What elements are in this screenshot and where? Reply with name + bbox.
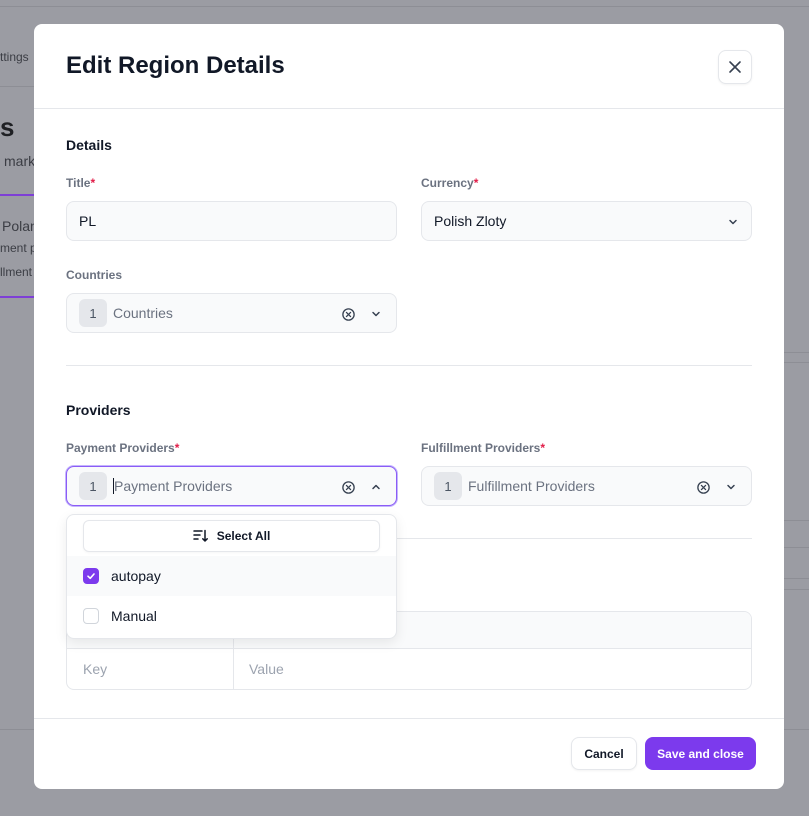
background-topbar <box>0 0 809 7</box>
close-button[interactable] <box>718 50 752 84</box>
providers-section-title: Providers <box>66 402 131 418</box>
chevron-down-icon[interactable] <box>368 306 384 322</box>
background-divider <box>0 729 34 730</box>
background-nav-text: ttings <box>0 50 29 64</box>
clear-icon[interactable] <box>340 479 356 495</box>
required-mark: * <box>90 176 96 190</box>
background-divider-right <box>784 547 809 548</box>
payment-providers-count-badge: 1 <box>79 472 107 500</box>
currency-select-value: Polish Zloty <box>434 213 507 229</box>
metadata-value-input[interactable]: Value <box>249 661 284 677</box>
required-mark: * <box>540 441 546 455</box>
section-divider <box>66 365 752 366</box>
background-subtitle: mark <box>4 153 36 169</box>
clear-icon[interactable] <box>340 306 356 322</box>
metadata-key-input[interactable]: Key <box>83 661 107 677</box>
title-label: Title* <box>66 176 96 190</box>
background-heading: s <box>0 112 15 142</box>
select-all-label: Select All <box>216 529 271 543</box>
title-input[interactable]: PL <box>66 201 397 241</box>
cancel-button[interactable]: Cancel <box>571 737 637 770</box>
payment-providers-label: Payment Providers* <box>66 441 180 455</box>
chevron-up-icon[interactable] <box>368 479 384 495</box>
select-all-button[interactable]: Select All <box>83 520 380 552</box>
background-active-indicator-bottom <box>0 296 34 298</box>
sort-list-icon <box>192 529 208 542</box>
background-divider-right <box>784 729 809 730</box>
modal-title: Edit Region Details <box>66 52 285 79</box>
currency-label: Currency* <box>421 176 479 190</box>
modal-footer: Cancel Save and close <box>34 718 784 789</box>
background-divider-right <box>784 352 809 353</box>
save-and-close-button[interactable]: Save and close <box>645 737 756 770</box>
countries-multiselect[interactable]: 1 Countries <box>66 293 397 333</box>
fulfillment-providers-multiselect[interactable]: 1 Fulfillment Providers <box>421 466 752 506</box>
fulfillment-providers-count-badge: 1 <box>434 472 462 500</box>
clear-icon[interactable] <box>695 479 711 495</box>
payment-providers-multiselect[interactable]: 1 Payment Providers <box>66 466 397 506</box>
option-label: autopay <box>111 568 161 584</box>
section-divider <box>397 538 752 539</box>
background-divider-right <box>784 520 809 521</box>
currency-select[interactable]: Polish Zloty <box>421 201 752 241</box>
background-payment-text: ment p <box>0 241 37 255</box>
required-mark: * <box>473 176 479 190</box>
countries-label: Countries <box>66 268 123 282</box>
checkbox-unchecked[interactable] <box>83 608 99 624</box>
edit-region-modal: Edit Region Details Details Title* PL Cu… <box>34 24 784 789</box>
countries-count-badge: 1 <box>79 299 107 327</box>
check-icon <box>87 573 95 580</box>
required-mark: * <box>174 441 180 455</box>
modal-header: Edit Region Details <box>34 24 784 109</box>
background-region-name: Polan <box>2 218 38 234</box>
background-divider-right <box>784 578 809 579</box>
background-divider-right <box>784 589 809 590</box>
checkbox-checked[interactable] <box>83 568 99 584</box>
payment-providers-dropdown: Select All autopay Manual <box>66 514 397 639</box>
chevron-down-icon[interactable] <box>723 479 739 495</box>
fulfillment-providers-label: Fulfillment Providers* <box>421 441 546 455</box>
details-section-title: Details <box>66 137 112 153</box>
background-divider-right <box>784 362 809 363</box>
background-divider <box>0 86 34 87</box>
close-icon <box>729 61 741 73</box>
chevron-down-icon <box>725 214 741 230</box>
option-label: Manual <box>111 608 157 624</box>
background-fulfillment-text: llment <box>0 265 33 279</box>
background-active-indicator <box>0 194 34 196</box>
dropdown-option-autopay[interactable]: autopay <box>67 556 396 596</box>
dropdown-option-manual[interactable]: Manual <box>67 596 396 636</box>
title-input-value: PL <box>79 213 97 229</box>
